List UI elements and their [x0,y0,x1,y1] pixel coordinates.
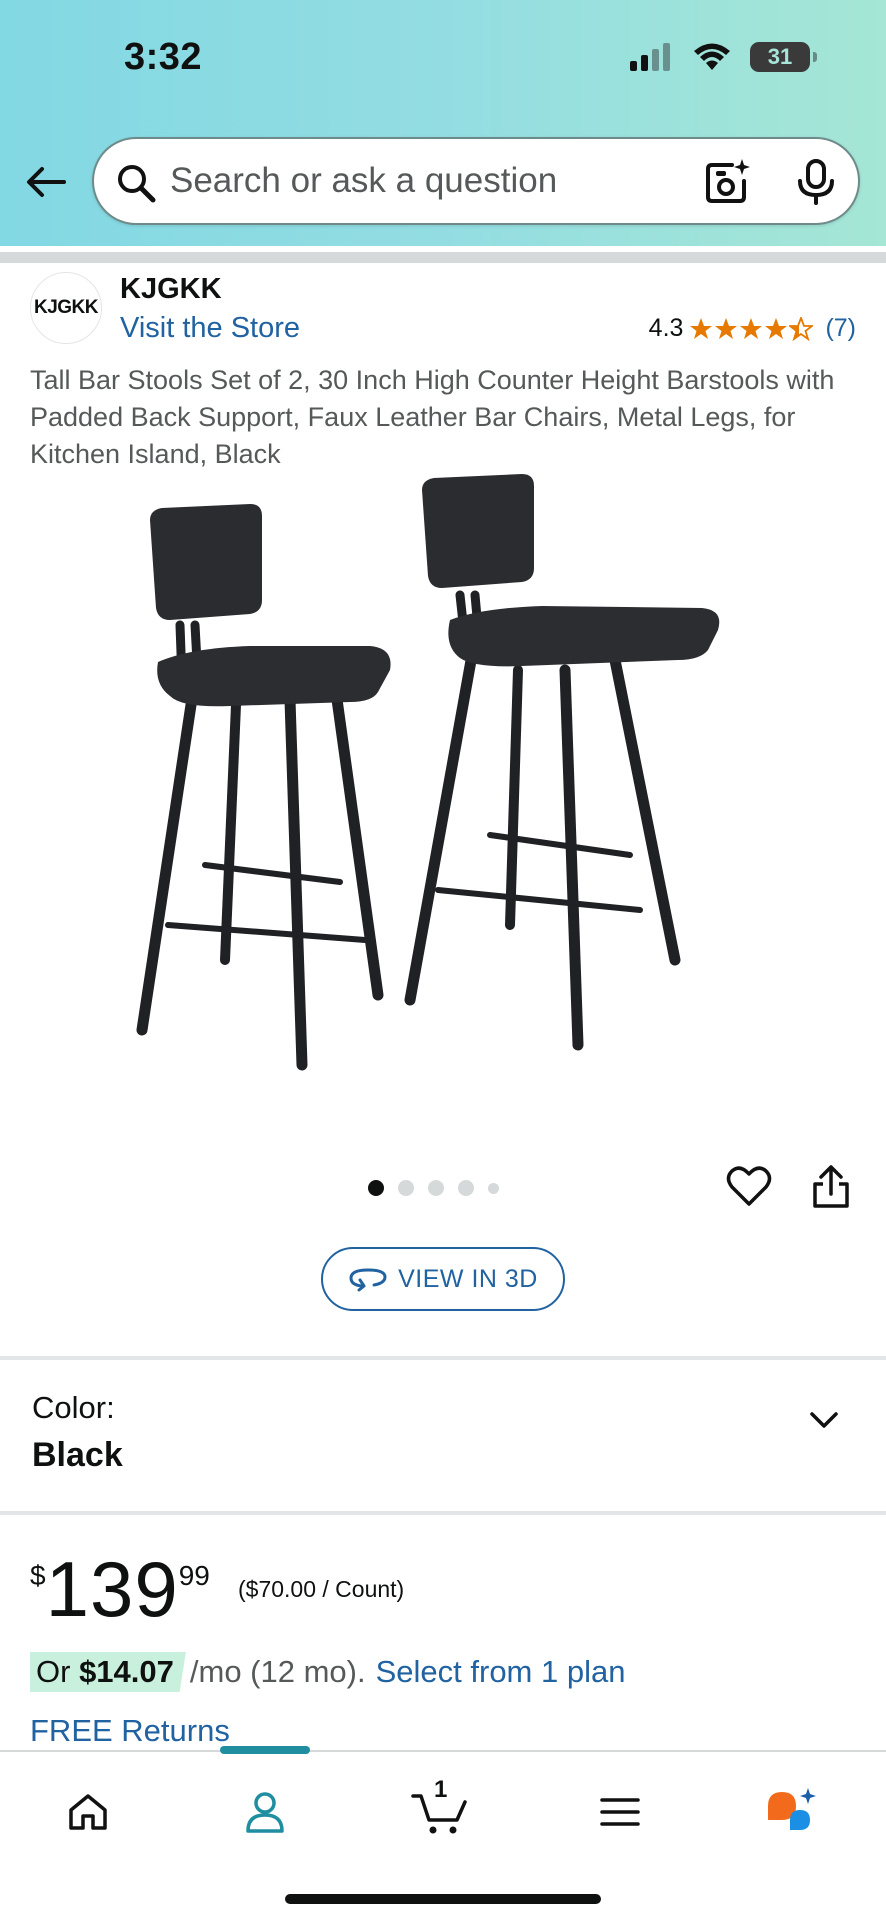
installment-highlight: Or $14.07 [30,1652,186,1692]
section-divider [0,1356,886,1360]
rating-value: 4.3 [648,314,684,342]
battery-indicator: 31 [750,42,817,72]
carousel-dot[interactable] [398,1180,414,1196]
view-in-3d-button[interactable]: VIEW IN 3D [321,1247,565,1311]
heart-icon[interactable] [726,1164,772,1208]
bottom-nav: 1 [0,1746,886,1920]
home-icon [69,1794,107,1830]
price-fraction: 99 [178,1560,210,1591]
nav-menu[interactable] [590,1782,650,1842]
search-icon [118,165,156,203]
view-in-3d-label: VIEW IN 3D [398,1264,538,1293]
back-arrow-icon[interactable] [24,160,68,204]
rating-summary[interactable]: 4.3 (7) [649,314,856,343]
brand-logo[interactable]: KJGKK [30,272,102,344]
star-rating [689,316,814,341]
nav-account[interactable] [235,1782,295,1842]
menu-icon [600,1798,640,1826]
brand-name: KJGKK [120,273,222,305]
unit-price: ($70.00 / Count) [238,1576,405,1602]
home-indicator-bar [285,1894,601,1904]
section-divider [0,1511,886,1515]
carousel-dot[interactable] [368,1180,384,1196]
header-divider [0,252,886,263]
star-full-icon [740,317,763,339]
camera-lens-icon[interactable] [702,157,752,207]
rotate-3d-icon [349,1268,387,1292]
app-header: 3:32 31 Search or ask a question [0,0,886,246]
color-value: Black [32,1436,123,1474]
star-full-icon [690,317,713,339]
star-partial-icon [789,316,814,341]
product-title: Tall Bar Stools Set of 2, 30 Inch High C… [30,365,835,469]
carousel-dot[interactable] [488,1182,499,1194]
color-label: Color: [32,1390,115,1425]
price-whole: 139 [45,1545,179,1633]
stool-right-back [422,474,534,588]
price-symbol: $ [30,1560,46,1591]
star-full-icon [715,317,738,339]
installment-term: /mo (12 mo). [189,1654,366,1689]
share-icon[interactable] [810,1164,852,1210]
status-icons: 31 [630,42,817,72]
wifi-icon [694,43,730,70]
cart-count: 1 [434,1776,448,1803]
nav-active-indicator [220,1746,310,1754]
installment-amount: $14.07 [79,1654,174,1689]
search-bar[interactable]: Search or ask a question [92,137,860,225]
select-plan-link[interactable]: Select from 1 plan [376,1654,626,1690]
stool-right-seat [448,606,720,667]
status-time: 3:32 [124,36,203,78]
cellular-signal-icon [630,43,670,71]
installment-prefix: Or [36,1654,80,1689]
visit-store-link[interactable]: Visit the Store [120,312,300,345]
star-full-icon [765,317,788,339]
nav-assistant[interactable] [762,1782,822,1842]
rufus-assistant-icon [768,1788,816,1830]
price: $ 139 99 [30,1548,210,1630]
free-returns-link[interactable]: FREE Returns [30,1713,230,1749]
account-icon [246,1792,284,1833]
search-input[interactable]: Search or ask a question [170,161,557,201]
image-carousel-dots[interactable] [368,1180,499,1196]
nav-cart[interactable]: 1 [410,1776,470,1842]
microphone-icon[interactable] [794,157,838,207]
product-image[interactable] [110,470,770,1090]
chevron-down-icon[interactable] [808,1410,840,1430]
carousel-dot[interactable] [428,1180,444,1196]
carousel-dot[interactable] [458,1180,474,1196]
rating-count[interactable]: (7) [825,314,856,343]
installment-offer: Or $14.07 /mo (12 mo). Select from 1 pla… [30,1652,625,1692]
stool-left-seat [157,646,391,707]
nav-home[interactable] [58,1782,118,1842]
stool-left-back [150,504,262,620]
